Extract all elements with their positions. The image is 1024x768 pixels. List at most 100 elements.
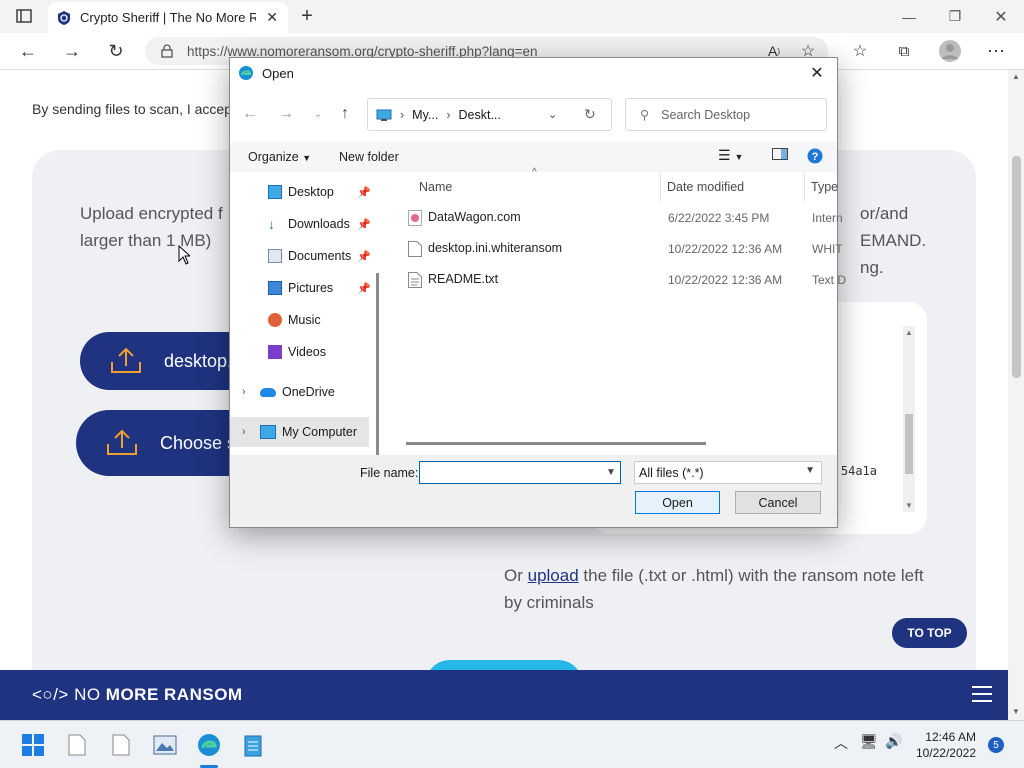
nav-item-music[interactable]: Music	[230, 305, 380, 335]
download-icon: ↓	[268, 216, 275, 232]
desktop-icon	[268, 185, 282, 199]
shield-icon	[58, 10, 70, 25]
volume-icon[interactable]: 🔊	[885, 733, 902, 750]
edge-icon	[239, 66, 253, 80]
music-icon	[268, 313, 282, 327]
restore-button[interactable]: ❐	[932, 0, 978, 33]
favorites-icon[interactable]: ☆	[844, 37, 876, 65]
cancel-button[interactable]: Cancel	[735, 491, 821, 514]
svg-text:?: ?	[812, 151, 819, 163]
nav-item-documents[interactable]: Documents 📌	[230, 241, 380, 271]
refresh-button[interactable]: ↻	[100, 37, 132, 65]
file-name-dropdown-icon[interactable]: ▼	[602, 462, 620, 483]
file-list-scrollbar[interactable]	[406, 442, 706, 445]
file-type-select[interactable]: All files (*.*) ▼	[634, 461, 822, 484]
tab-close-icon[interactable]: ✕	[266, 9, 278, 26]
upload-link[interactable]: upload	[528, 566, 579, 585]
internet-shortcut-icon	[408, 210, 422, 226]
column-header-type[interactable]: Type	[811, 180, 838, 194]
taskbar: ︿ 🖥 🔊 12:46 AM 10/22/2022 5	[0, 720, 1024, 768]
site-logo[interactable]: <○/> NO MORE RANSOM	[32, 685, 243, 705]
browser-tab-strip: Crypto Sheriff | The No More Ra ✕ + — ❐ …	[0, 0, 1024, 33]
photos-taskbar-icon[interactable]	[150, 730, 180, 760]
computer-icon	[376, 109, 392, 121]
nav-item-my-computer[interactable]: › My Computer	[230, 417, 369, 447]
browser-tab[interactable]: Crypto Sheriff | The No More Ra ✕	[48, 2, 288, 33]
pictures-icon	[268, 281, 282, 295]
expand-chevron-icon[interactable]: ›	[242, 426, 260, 438]
collections-icon[interactable]: ⧉	[888, 37, 920, 65]
view-options-icon[interactable]: ☰ ▼	[718, 147, 743, 164]
path-breadcrumb[interactable]: › My... › Deskt... ⌄ ↻	[367, 98, 612, 131]
new-tab-button[interactable]: +	[284, 0, 330, 33]
expand-chevron-icon[interactable]: ›	[242, 386, 260, 398]
tab-title: Crypto Sheriff | The No More Ra	[80, 10, 256, 25]
pin-icon: 📌	[357, 186, 371, 199]
column-header-name[interactable]: Name	[419, 180, 452, 194]
to-top-button[interactable]: TO TOP	[892, 618, 967, 648]
nav-item-desktop[interactable]: Desktop 📌	[230, 177, 380, 207]
page-scrollbar[interactable]: ▲ ▼	[1008, 70, 1024, 720]
path-segment[interactable]: My...	[412, 108, 438, 122]
system-clock[interactable]: 12:46 AM 10/22/2022	[906, 729, 976, 761]
open-button[interactable]: Open	[635, 491, 720, 514]
new-folder-button[interactable]: New folder	[339, 150, 399, 164]
preview-pane-icon[interactable]	[772, 148, 788, 163]
videos-icon	[268, 345, 282, 359]
nav-item-downloads[interactable]: ↓ Downloads 📌	[230, 209, 380, 239]
edge-taskbar-icon[interactable]	[194, 730, 224, 760]
organize-button[interactable]: Organize ▼	[248, 150, 311, 164]
path-segment[interactable]: Deskt...	[459, 108, 501, 122]
nav-back-button[interactable]: ←	[238, 104, 262, 124]
more-menu-icon[interactable]: ⋯	[980, 37, 1012, 65]
tab-actions-icon[interactable]	[8, 2, 40, 30]
pin-icon: 📌	[357, 218, 371, 231]
window-close-button[interactable]: ✕	[978, 0, 1024, 33]
dialog-close-button[interactable]: ✕	[803, 62, 831, 84]
sort-arrow-icon: ^	[532, 167, 537, 178]
file-name-input[interactable]	[419, 461, 621, 484]
file-icon	[408, 241, 422, 257]
show-hidden-icons-icon[interactable]: ︿	[834, 733, 848, 753]
file-taskbar-icon[interactable]	[106, 730, 136, 760]
forward-button[interactable]: →	[56, 37, 88, 65]
textbox-scrollbar[interactable]: ▲ ▼	[903, 326, 915, 512]
dialog-bottom-bar: File name: ▼ All files (*.*) ▼ Open Canc…	[230, 455, 837, 527]
file-row[interactable]: README.txt 10/22/2022 12:36 AM Text D	[386, 265, 846, 295]
right-instructions: or/and EMAND. ng.	[860, 204, 927, 277]
search-input[interactable]: ⚲ Search Desktop	[625, 98, 827, 131]
path-refresh-icon[interactable]: ↻	[584, 106, 596, 123]
notepad-taskbar-icon[interactable]	[238, 730, 268, 760]
file-row[interactable]: desktop.ini.whiteransom 10/22/2022 12:36…	[386, 234, 843, 264]
search-placeholder: Search Desktop	[661, 107, 751, 122]
dialog-title-bar: Open ✕	[230, 58, 837, 88]
lock-icon	[161, 44, 173, 58]
chevron-down-icon: ▼	[805, 465, 815, 476]
recent-locations-chevron-icon[interactable]: ⌄	[306, 104, 330, 124]
network-icon[interactable]: 🖥	[860, 733, 878, 750]
navigation-pane: Desktop 📌 ↓ Downloads 📌 Documents 📌 Pict…	[230, 173, 380, 463]
documents-icon	[268, 249, 282, 263]
nav-item-onedrive[interactable]: › OneDrive	[230, 377, 380, 407]
nav-pane-scrollbar[interactable]	[376, 273, 379, 463]
computer-icon	[260, 425, 276, 439]
file-row[interactable]: DataWagon.com 6/22/2022 3:45 PM Intern	[386, 203, 843, 233]
nav-forward-button[interactable]: →	[274, 104, 298, 124]
minimize-button[interactable]: —	[886, 0, 932, 33]
file-taskbar-icon[interactable]	[62, 730, 92, 760]
text-file-icon	[408, 272, 422, 288]
start-button[interactable]	[18, 730, 48, 760]
profile-avatar[interactable]	[934, 37, 966, 65]
uploaded-file-label: desktop.	[164, 350, 233, 371]
back-button[interactable]: ←	[12, 37, 44, 65]
dialog-title: Open	[262, 65, 294, 81]
help-icon[interactable]: ?	[807, 148, 823, 167]
nav-up-button[interactable]: ↑	[333, 104, 357, 124]
nav-item-videos[interactable]: Videos	[230, 337, 380, 367]
nav-item-pictures[interactable]: Pictures 📌	[230, 273, 380, 303]
notification-badge[interactable]: 5	[988, 737, 1004, 753]
path-dropdown-icon[interactable]: ⌄	[548, 108, 557, 121]
file-name-label: File name:	[360, 466, 419, 480]
column-header-date[interactable]: Date modified	[667, 180, 744, 194]
menu-icon[interactable]	[972, 686, 992, 702]
